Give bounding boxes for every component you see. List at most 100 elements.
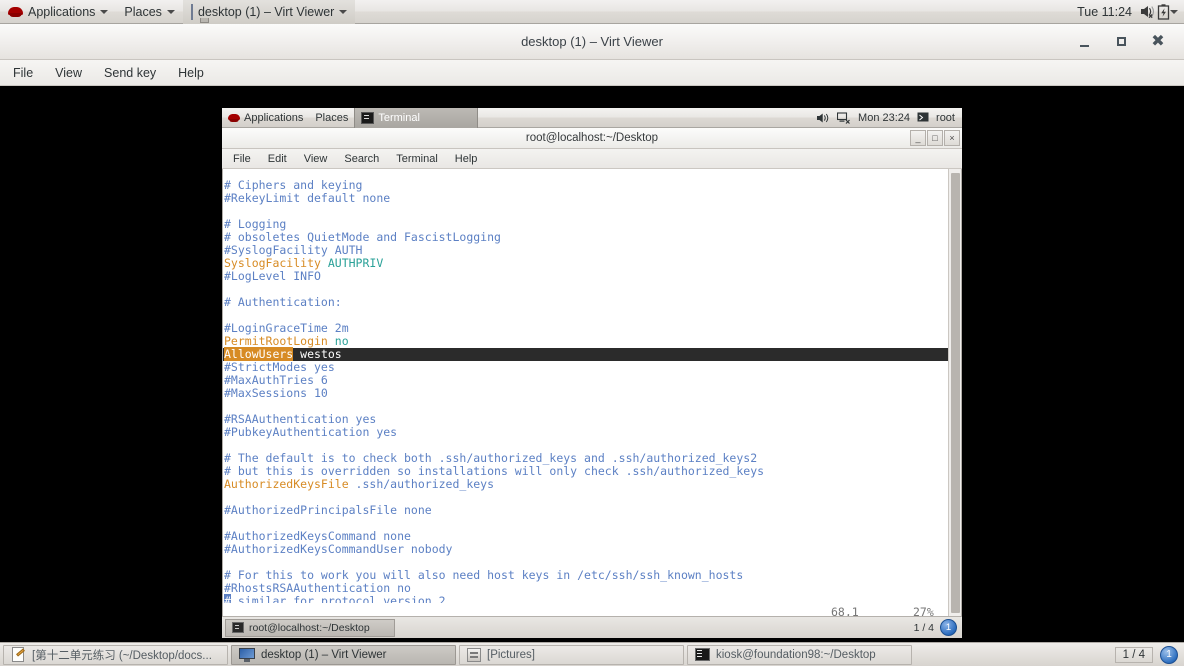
terminal-window-buttons: _ □ × <box>910 130 960 146</box>
taskbar-item-label: [第十二单元练习 (~/Desktop/docs... <box>32 649 212 662</box>
terminal-line-directive: SyslogFacility AUTHPRIV <box>224 256 384 270</box>
taskbar-item-pictures[interactable]: [Pictures] <box>459 644 684 665</box>
virt-viewer-window: desktop (1) – Virt Viewer ✖ File View Se… <box>0 24 1184 660</box>
terminal-line-directive: AuthorizedKeysFile .ssh/authorized_keys <box>224 477 495 491</box>
guest-top-panel: Applications Places Terminal Mon 23:24 r… <box>222 108 962 128</box>
terminal-line-comment: #AuthorizedPrincipalsFile none <box>224 503 432 517</box>
volume-muted-icon[interactable] <box>1140 4 1157 19</box>
host-panel-tray: Tue 11:24 <box>1069 3 1184 20</box>
terminal-text-area[interactable]: # Ciphers and keying #RekeyLimit default … <box>223 169 950 621</box>
terminal-titlebar[interactable]: root@localhost:~/Desktop _ □ × <box>222 128 962 149</box>
terminal-menu-terminal[interactable]: Terminal <box>390 151 444 167</box>
virt-viewer-title: desktop (1) – Virt Viewer <box>521 34 663 49</box>
terminal-title: root@localhost:~/Desktop <box>525 132 659 144</box>
chevron-down-icon <box>166 9 175 14</box>
terminal-line-comment: #RekeyLimit default none <box>224 191 391 205</box>
terminal-icon <box>361 111 375 124</box>
menu-view[interactable]: View <box>46 63 91 83</box>
terminal-menu-search[interactable]: Search <box>338 151 385 167</box>
host-top-panel: Applications Places desktop (1) – Virt V… <box>0 0 1184 24</box>
guest-places-label: Places <box>315 111 349 124</box>
terminal-line-comment: # Authentication: <box>224 295 342 309</box>
host-window-label: desktop (1) – Virt Viewer <box>197 4 335 19</box>
host-clock[interactable]: Tue 11:24 <box>1069 5 1140 19</box>
guest-places-menu[interactable]: Places <box>309 108 354 128</box>
terminal-minimize-button[interactable]: _ <box>910 130 926 146</box>
chevron-down-icon[interactable] <box>1170 9 1178 14</box>
host-window-menu-virt-viewer[interactable]: desktop (1) – Virt Viewer <box>182 0 356 24</box>
guest-pager-label[interactable]: 1 / 4 <box>914 622 934 634</box>
virt-viewer-menubar: File View Send key Help <box>0 60 1184 86</box>
guest-panel-tray: Mon 23:24 root <box>816 112 962 124</box>
terminal-body[interactable]: # Ciphers and keying #RekeyLimit default … <box>222 169 962 621</box>
guest-workspace-badge[interactable]: 1 <box>940 619 957 636</box>
host-applications-label: Applications <box>28 4 96 19</box>
terminal-scrollbar[interactable] <box>948 169 961 621</box>
chevron-down-icon <box>339 9 348 14</box>
terminal-maximize-button[interactable]: □ <box>927 130 943 146</box>
virt-viewer-thumbnail-icon <box>190 3 209 23</box>
guest-display-area[interactable]: Applications Places Terminal Mon 23:24 r… <box>0 87 1184 660</box>
terminal-icon <box>232 622 244 633</box>
guest-user-label[interactable]: root <box>936 112 955 124</box>
terminal-menu-edit[interactable]: Edit <box>262 151 293 167</box>
guest-applications-menu[interactable]: Applications <box>222 108 309 128</box>
host-places-label: Places <box>124 4 162 19</box>
file-manager-icon <box>467 647 481 662</box>
minimize-button[interactable] <box>1076 32 1096 52</box>
guest-applications-label: Applications <box>244 111 304 124</box>
terminal-menu-help[interactable]: Help <box>449 151 484 167</box>
volume-icon[interactable] <box>816 112 830 124</box>
redhat-logo-icon <box>228 112 240 124</box>
close-button[interactable]: ✖ <box>1148 32 1168 52</box>
guest-window-label: Terminal <box>378 111 420 124</box>
virt-viewer-titlebar[interactable]: desktop (1) – Virt Viewer ✖ <box>0 24 1184 60</box>
battery-icon[interactable] <box>1157 3 1170 20</box>
terminal-scrollbar-thumb[interactable] <box>951 173 960 613</box>
virt-viewer-window-buttons: ✖ <box>1076 24 1178 60</box>
terminal-menubar: File Edit View Search Terminal Help <box>222 149 962 169</box>
terminal-line-comment: #AuthorizedKeysCommandUser nobody <box>224 542 453 556</box>
taskbar-item-label: desktop (1) – Virt Viewer <box>261 648 387 661</box>
host-bottom-taskbar: [第十二单元练习 (~/Desktop/docs... desktop (1) … <box>0 642 1184 666</box>
terminal-close-button[interactable]: × <box>944 130 960 146</box>
guest-taskbar: root@localhost:~/Desktop 1 / 4 1 <box>222 616 962 638</box>
host-workspace-badge[interactable]: 1 <box>1160 645 1178 664</box>
terminal-line-comment: #PubkeyAuthentication yes <box>224 425 398 439</box>
network-disconnected-icon[interactable] <box>837 111 851 124</box>
taskbar-item-virt-viewer[interactable]: desktop (1) – Virt Viewer <box>231 644 456 665</box>
guest-taskbar-right: 1 / 4 1 <box>914 619 962 636</box>
guest-task-label: root@localhost:~/Desktop <box>249 621 370 634</box>
taskbar-item-label: kiosk@foundation98:~/Desktop <box>716 648 876 661</box>
document-edit-icon <box>11 647 26 662</box>
menu-file[interactable]: File <box>4 63 42 83</box>
host-pager-label[interactable]: 1 / 4 <box>1114 646 1153 663</box>
monitor-icon <box>239 647 255 662</box>
host-taskbar-right: 1 / 4 1 <box>1114 645 1184 664</box>
terminal-line-comment: #StrictModes yes <box>224 360 335 374</box>
redhat-logo-icon <box>8 4 23 19</box>
terminal-icon <box>695 648 710 661</box>
user-icon <box>917 112 929 123</box>
terminal-menu-file[interactable]: File <box>227 151 257 167</box>
guest-desktop: Applications Places Terminal Mon 23:24 r… <box>222 108 962 660</box>
taskbar-item-label: [Pictures] <box>487 648 535 661</box>
taskbar-item-kiosk-terminal[interactable]: kiosk@foundation98:~/Desktop <box>687 644 912 665</box>
terminal-menu-view[interactable]: View <box>298 151 334 167</box>
host-applications-menu[interactable]: Applications <box>0 0 116 24</box>
terminal-line-comment: #MaxAuthTries 6 <box>224 373 328 387</box>
terminal-line-comment: #MaxSessions 10 <box>224 386 328 400</box>
terminal-window: root@localhost:~/Desktop _ □ × File Edit… <box>222 128 962 638</box>
menu-send-key[interactable]: Send key <box>95 63 165 83</box>
guest-window-menu-terminal[interactable]: Terminal <box>354 108 479 128</box>
taskbar-item-document[interactable]: [第十二单元练习 (~/Desktop/docs... <box>3 644 228 665</box>
menu-help[interactable]: Help <box>169 63 213 83</box>
terminal-line-comment: #LogLevel INFO <box>224 269 321 283</box>
guest-clock[interactable]: Mon 23:24 <box>858 112 910 124</box>
screen-root: Applications Places desktop (1) – Virt V… <box>0 0 1184 666</box>
guest-task-terminal[interactable]: root@localhost:~/Desktop <box>225 618 395 637</box>
maximize-button[interactable] <box>1112 32 1132 52</box>
chevron-down-icon <box>100 9 109 14</box>
host-places-menu[interactable]: Places <box>116 0 183 24</box>
